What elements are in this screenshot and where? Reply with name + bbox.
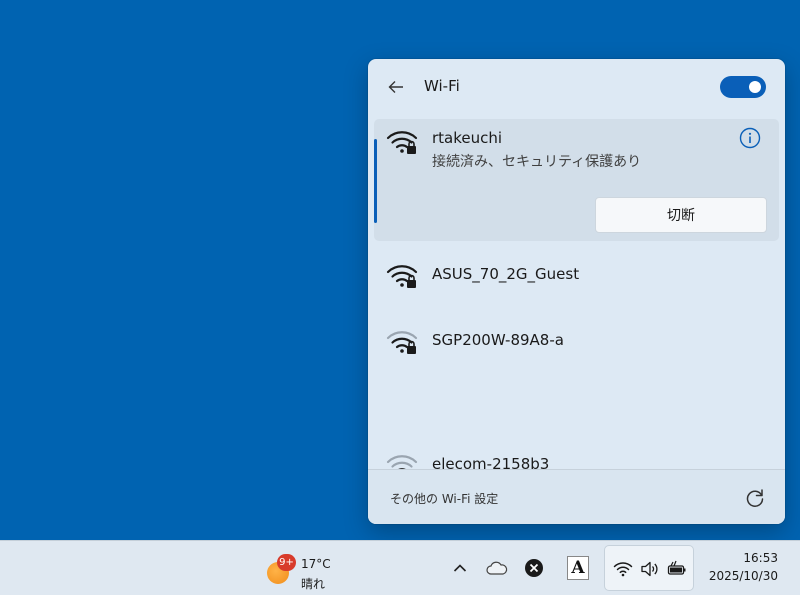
network-ssid: rtakeuchi <box>432 129 503 147</box>
clock[interactable]: 16:53 2025/10/30 <box>700 549 792 589</box>
network-ssid: ASUS_70_2G_Guest <box>432 265 580 283</box>
onedrive-icon <box>486 561 508 575</box>
taskbar: 9+ 17°C 晴れ A 16:53 2025/10/30 <box>0 540 800 595</box>
wifi-flyout: Wi-Fi rtakeuchi 接続済み、セキュリティ保護あり 切断 ASUS_… <box>368 59 785 524</box>
flyout-title: Wi-Fi <box>424 77 460 95</box>
quick-settings-button[interactable] <box>604 545 694 591</box>
show-hidden-icons-button[interactable] <box>447 555 473 581</box>
weather-widget[interactable]: 9+ 17°C 晴れ <box>264 548 344 591</box>
close-circle-icon <box>525 559 543 577</box>
onedrive-button[interactable] <box>484 555 510 581</box>
font-app-button[interactable]: A <box>565 555 591 581</box>
battery-icon <box>667 560 686 575</box>
network-ssid: elecom-2158b3 <box>432 455 550 469</box>
refresh-icon[interactable] <box>744 487 766 509</box>
volume-icon <box>641 561 658 577</box>
info-icon[interactable] <box>739 127 761 149</box>
wifi-secured-icon <box>386 131 418 154</box>
wifi-secured-icon <box>386 265 418 288</box>
flyout-footer: その他の Wi-Fi 設定 <box>368 469 785 524</box>
wifi-icon <box>613 562 633 577</box>
wifi-secured-icon <box>386 455 418 469</box>
disconnect-button[interactable]: 切断 <box>595 197 767 233</box>
app-tray-button[interactable] <box>521 555 547 581</box>
network-ssid: SGP200W-89A8-a <box>432 331 564 349</box>
chevron-up-icon <box>453 564 467 572</box>
clock-time: 16:53 <box>743 551 778 565</box>
clock-date: 2025/10/30 <box>708 569 778 583</box>
selection-accent-bar <box>374 139 377 223</box>
network-item[interactable]: ASUS_70_2G_Guest <box>374 247 779 307</box>
network-item[interactable]: elecom-2158b3 <box>374 437 779 469</box>
network-item-connected[interactable]: rtakeuchi 接続済み、セキュリティ保護あり 切断 <box>374 119 779 241</box>
toggle-knob <box>749 81 761 93</box>
back-button[interactable] <box>384 75 408 99</box>
notification-badge: 9+ <box>277 554 296 571</box>
network-status: 接続済み、セキュリティ保護あり <box>432 154 642 170</box>
weather-condition: 晴れ <box>301 577 326 591</box>
network-list[interactable]: rtakeuchi 接続済み、セキュリティ保護あり 切断 ASUS_70_2G_… <box>368 117 785 469</box>
more-wifi-settings-link[interactable]: その他の Wi-Fi 設定 <box>390 490 498 507</box>
wifi-toggle[interactable] <box>720 76 766 98</box>
back-arrow-icon <box>388 81 403 93</box>
wifi-secured-icon <box>386 331 418 354</box>
network-item[interactable]: SGP200W-89A8-a <box>374 313 779 373</box>
font-a-icon: A <box>567 556 589 580</box>
temperature: 17°C <box>301 557 331 571</box>
flyout-header: Wi-Fi <box>368 59 785 117</box>
